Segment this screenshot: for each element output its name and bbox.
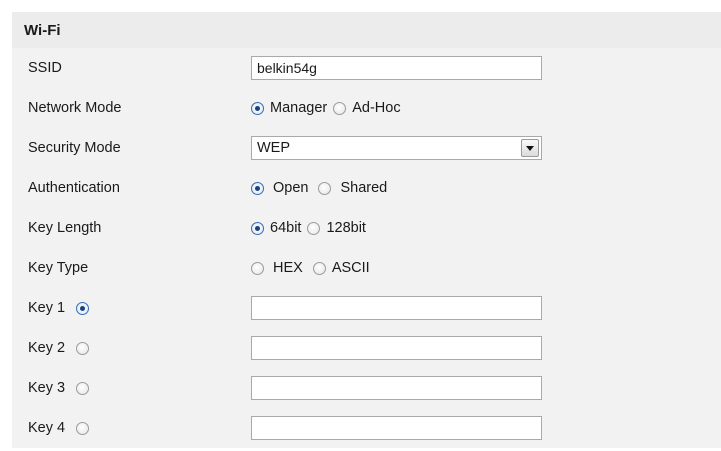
ascii-radio[interactable] [312, 261, 326, 275]
key-4-input[interactable] [251, 416, 542, 440]
key-3-label: Key 3 [28, 380, 66, 396]
network-mode-label: Network Mode [28, 100, 122, 116]
key-2-row: Key 2 [12, 328, 721, 368]
authentication-shared-option[interactable]: Shared [318, 180, 387, 196]
128bit-radio[interactable] [307, 221, 321, 235]
key-length-label: Key Length [28, 220, 102, 236]
open-label: Open [273, 180, 309, 196]
network-mode-adhoc-option[interactable]: Ad-Hoc [333, 100, 401, 116]
key-type-label: Key Type [28, 260, 89, 276]
security-mode-label: Security Mode [28, 140, 121, 156]
open-radio[interactable] [251, 181, 264, 195]
ssid-row: SSID [12, 48, 721, 88]
key-2-input[interactable] [251, 336, 542, 360]
key-2-label: Key 2 [28, 340, 66, 356]
key-length-64bit-option[interactable]: 64bit [251, 220, 301, 236]
ascii-label: ASCII [331, 260, 370, 276]
key-1-radio[interactable] [76, 301, 90, 315]
key-3-radio[interactable] [76, 381, 90, 395]
network-mode-manager-option[interactable]: Manager [251, 100, 327, 116]
hex-label: HEX [273, 260, 303, 276]
adhoc-radio[interactable] [333, 101, 347, 115]
manager-label: Manager [270, 100, 328, 116]
security-mode-row: Security Mode WEP [12, 128, 721, 168]
key-length-row: Key Length 64bit 128bit [12, 208, 721, 248]
key-type-hex-option[interactable]: HEX [251, 260, 303, 276]
hex-radio[interactable] [251, 261, 264, 275]
security-mode-value: WEP [257, 140, 291, 156]
key-3-row: Key 3 [12, 368, 721, 408]
key-1-input[interactable] [251, 296, 542, 320]
section-header: Wi-Fi [12, 12, 721, 48]
ssid-label: SSID [28, 60, 62, 76]
key-3-input[interactable] [251, 376, 542, 400]
key-4-label: Key 4 [28, 420, 66, 436]
shared-label: Shared [340, 180, 388, 196]
key-1-row: Key 1 [12, 288, 721, 328]
security-mode-select[interactable]: WEP [251, 136, 542, 160]
manager-radio[interactable] [251, 101, 264, 115]
authentication-open-option[interactable]: Open [251, 180, 308, 196]
64bit-label: 64bit [270, 220, 302, 236]
adhoc-label: Ad-Hoc [352, 100, 401, 116]
key-4-row: Key 4 [12, 408, 721, 448]
ssid-input[interactable] [251, 56, 542, 80]
wifi-settings-panel: Wi-Fi SSID Network Mode Manager Ad-Hoc S… [12, 12, 721, 448]
section-title: Wi-Fi [24, 21, 61, 39]
key-length-128bit-option[interactable]: 128bit [307, 220, 366, 236]
key-4-radio[interactable] [76, 421, 90, 435]
128bit-label: 128bit [326, 220, 366, 236]
shared-radio[interactable] [318, 181, 332, 195]
authentication-row: Authentication Open Shared [12, 168, 721, 208]
dropdown-arrow-icon[interactable] [521, 139, 539, 157]
key-1-label: Key 1 [28, 300, 66, 316]
authentication-label: Authentication [28, 180, 120, 196]
key-type-ascii-option[interactable]: ASCII [312, 260, 370, 276]
network-mode-row: Network Mode Manager Ad-Hoc [12, 88, 721, 128]
key-type-row: Key Type HEX ASCII [12, 248, 721, 288]
64bit-radio[interactable] [251, 221, 264, 235]
key-2-radio[interactable] [76, 341, 90, 355]
